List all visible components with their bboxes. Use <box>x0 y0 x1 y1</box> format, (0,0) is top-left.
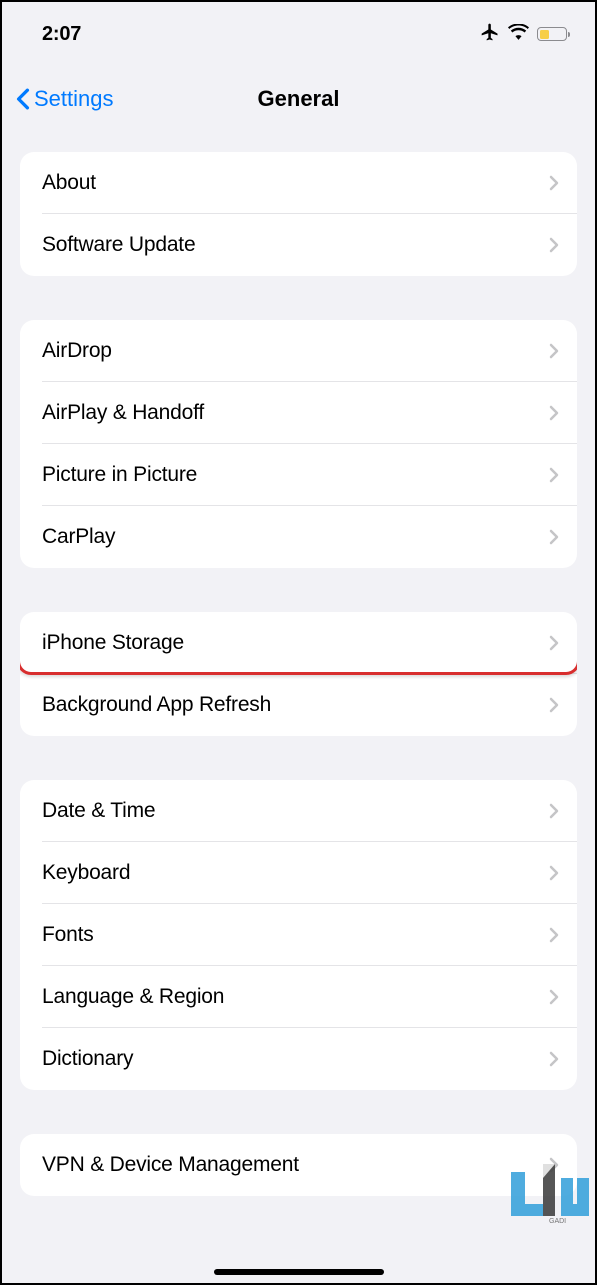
settings-group: VPN & Device Management <box>20 1134 577 1196</box>
chevron-right-icon <box>549 803 559 819</box>
chevron-right-icon <box>549 697 559 713</box>
page-title: General <box>258 86 340 112</box>
row-software-update[interactable]: Software Update <box>20 214 577 276</box>
row-label: Software Update <box>42 233 195 257</box>
row-about[interactable]: About <box>20 152 577 214</box>
row-iphone-storage[interactable]: iPhone Storage <box>20 612 577 674</box>
row-carplay[interactable]: CarPlay <box>20 506 577 568</box>
row-label: VPN & Device Management <box>42 1153 299 1177</box>
chevron-left-icon <box>16 88 30 110</box>
settings-group: Date & Time Keyboard Fonts Language & Re… <box>20 780 577 1090</box>
row-label: Fonts <box>42 923 94 947</box>
back-button[interactable]: Settings <box>16 86 114 112</box>
chevron-right-icon <box>549 529 559 545</box>
row-airplay-handoff[interactable]: AirPlay & Handoff <box>20 382 577 444</box>
chevron-right-icon <box>549 989 559 1005</box>
status-icons <box>480 22 567 47</box>
row-label: Language & Region <box>42 985 224 1009</box>
settings-group: About Software Update <box>20 152 577 276</box>
battery-fill <box>540 30 550 39</box>
row-fonts[interactable]: Fonts <box>20 904 577 966</box>
row-dictionary[interactable]: Dictionary <box>20 1028 577 1090</box>
wifi-icon <box>508 24 529 45</box>
watermark-icon: GADI <box>511 1164 589 1229</box>
row-label: Date & Time <box>42 799 155 823</box>
row-airdrop[interactable]: AirDrop <box>20 320 577 382</box>
navigation-bar: Settings General <box>2 58 595 124</box>
airplane-icon <box>480 22 500 47</box>
row-picture-in-picture[interactable]: Picture in Picture <box>20 444 577 506</box>
row-label: Background App Refresh <box>42 693 271 717</box>
home-indicator[interactable] <box>214 1269 384 1275</box>
chevron-right-icon <box>549 635 559 651</box>
row-label: AirDrop <box>42 339 112 363</box>
battery-icon <box>537 27 567 41</box>
chevron-right-icon <box>549 405 559 421</box>
status-time: 2:07 <box>42 23 81 46</box>
status-bar: 2:07 <box>2 2 595 58</box>
chevron-right-icon <box>549 175 559 191</box>
back-label: Settings <box>34 86 114 112</box>
chevron-right-icon <box>549 343 559 359</box>
row-label: iPhone Storage <box>42 631 184 655</box>
chevron-right-icon <box>549 237 559 253</box>
row-label: Dictionary <box>42 1047 133 1071</box>
chevron-right-icon <box>549 865 559 881</box>
row-label: AirPlay & Handoff <box>42 401 204 425</box>
chevron-right-icon <box>549 467 559 483</box>
chevron-right-icon <box>549 1051 559 1067</box>
content: About Software Update AirDrop AirPlay & … <box>2 124 595 1196</box>
svg-text:GADI: GADI <box>549 1218 566 1224</box>
row-keyboard[interactable]: Keyboard <box>20 842 577 904</box>
row-language-region[interactable]: Language & Region <box>20 966 577 1028</box>
settings-group: iPhone Storage Background App Refresh <box>20 612 577 736</box>
row-label: Keyboard <box>42 861 130 885</box>
row-background-app-refresh[interactable]: Background App Refresh <box>20 674 577 736</box>
row-label: Picture in Picture <box>42 463 197 487</box>
row-label: CarPlay <box>42 525 115 549</box>
row-vpn-device-management[interactable]: VPN & Device Management <box>20 1134 577 1196</box>
row-date-time[interactable]: Date & Time <box>20 780 577 842</box>
settings-group: AirDrop AirPlay & Handoff Picture in Pic… <box>20 320 577 568</box>
chevron-right-icon <box>549 927 559 943</box>
row-label: About <box>42 171 96 195</box>
